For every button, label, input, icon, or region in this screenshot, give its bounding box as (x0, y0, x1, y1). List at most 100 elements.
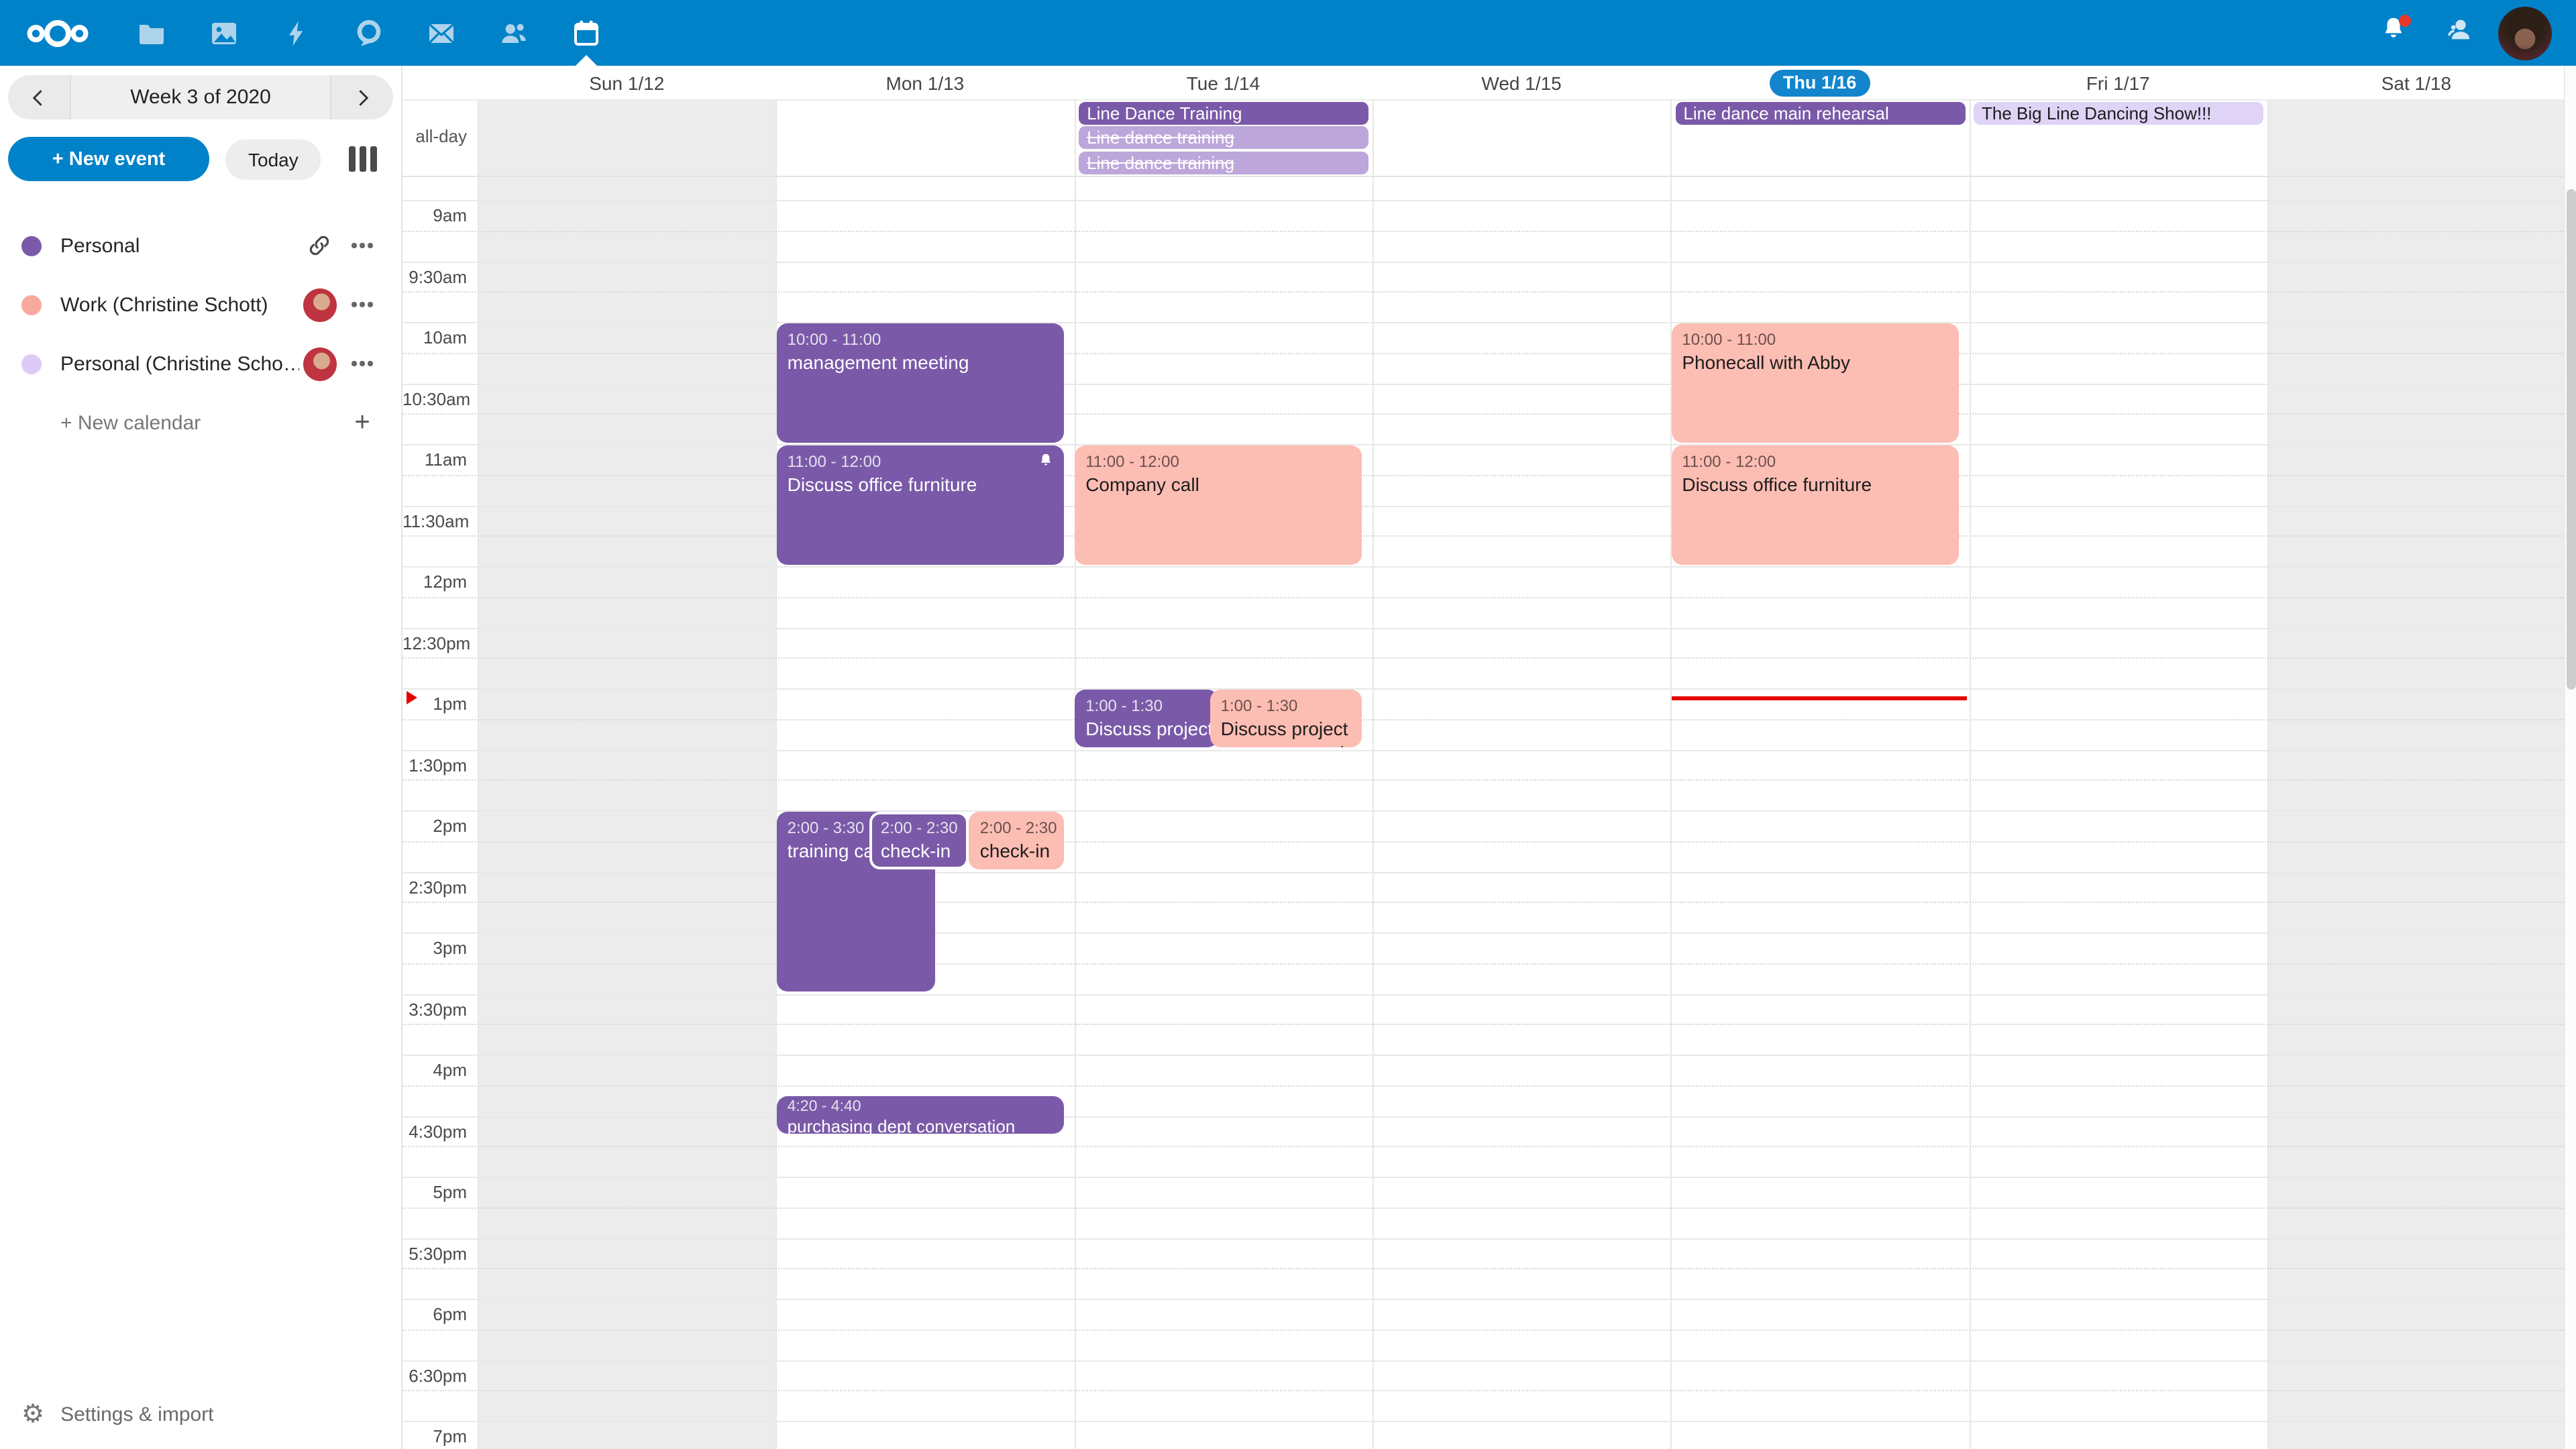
allday-cell[interactable] (2267, 99, 2566, 175)
top-right-controls (2367, 0, 2576, 66)
event-time: 11:00 - 12:00 (1085, 451, 1352, 470)
app-photos[interactable] (188, 0, 260, 66)
calendar-actions-menu[interactable] (339, 361, 385, 366)
app-talk[interactable] (333, 0, 405, 66)
calendar-event[interactable]: 1:00 - 1:30Discuss project announcement (1075, 689, 1218, 747)
calendar-name: Personal (Christine Scho… (60, 352, 299, 375)
event-title: Discuss office furniture (1682, 473, 1948, 496)
allday-label: all-day (402, 126, 467, 146)
calendar-list-item[interactable]: Personal (0, 216, 401, 275)
app-mail[interactable] (405, 0, 478, 66)
time-label: 1:30pm (402, 755, 467, 775)
shared-by-avatar[interactable] (299, 347, 339, 380)
calendar-event[interactable]: 2:00 - 2:30 check-in (969, 811, 1064, 869)
calendar-actions-menu[interactable] (339, 302, 385, 307)
day-header[interactable]: Tue 1/14 (1074, 66, 1373, 99)
allday-event-chip[interactable]: Line dance training (1079, 151, 1369, 174)
calendar-actions-menu[interactable] (339, 243, 385, 248)
allday-event-chip[interactable]: Line Dance Training (1079, 101, 1369, 124)
notifications-button[interactable] (2367, 6, 2420, 60)
calendar-color-dot[interactable] (21, 294, 42, 315)
event-time: 2:00 - 2:30 (980, 818, 1053, 837)
time-label: 12:30pm (402, 633, 467, 653)
calendar-list: PersonalWork (Christine Schott) Personal … (0, 216, 401, 452)
calendar-event[interactable]: 11:00 - 12:00Company call (1075, 445, 1362, 564)
day-column[interactable] (2267, 176, 2566, 1449)
day-column[interactable] (1969, 176, 2267, 1449)
app-files[interactable] (115, 0, 188, 66)
active-app-notch (576, 55, 597, 66)
nextcloud-calendar-app: Week 3 of 2020 + New event Today Persona… (0, 0, 2576, 1449)
calendar-list-item[interactable]: Work (Christine Schott) (0, 275, 401, 334)
event-title: check-in (980, 839, 1053, 862)
time-label: 11am (402, 449, 467, 470)
app-calendar[interactable] (550, 0, 623, 66)
allday-cell[interactable] (1373, 99, 1671, 175)
day-header[interactable]: Fri 1/17 (1969, 66, 2267, 99)
time-label: 4:30pm (402, 1121, 467, 1141)
allday-cell[interactable]: Line Dance TrainingLine dance trainingLi… (1074, 99, 1373, 175)
allday-cell[interactable] (776, 99, 1075, 175)
day-header[interactable]: Mon 1/13 (776, 66, 1075, 99)
time-label: 9:30am (402, 266, 467, 286)
calendar-list-item[interactable]: Personal (Christine Scho… (0, 334, 401, 393)
avatar (303, 347, 336, 380)
allday-event-chip[interactable]: The Big Line Dancing Show!!! (1974, 101, 2264, 124)
day-column[interactable] (1373, 176, 1671, 1449)
allday-event-chip[interactable]: Line dance main rehearsal (1675, 101, 1966, 124)
new-calendar-button[interactable]: + New calendar+ (0, 393, 401, 452)
time-label: 1pm (402, 694, 467, 714)
calendar-event[interactable]: 2:00 - 2:30check-in (870, 811, 969, 869)
next-week-button[interactable] (331, 75, 393, 119)
app-contacts[interactable] (478, 0, 550, 66)
time-label: 10am (402, 327, 467, 347)
calendar-event[interactable]: 1:00 - 1:30Discuss project announcement (1210, 689, 1362, 747)
calendar-color-dot[interactable] (21, 354, 42, 374)
week-switcher: Week 3 of 2020 (8, 75, 393, 119)
event-title: check-in (881, 839, 959, 862)
day-header[interactable]: Wed 1/15 (1373, 66, 1671, 99)
view-switcher-icon[interactable] (349, 146, 377, 172)
calendar-event[interactable]: 10:00 - 11:00management meeting (777, 323, 1065, 442)
time-label: 4pm (402, 1060, 467, 1080)
day-column[interactable] (478, 176, 776, 1449)
contacts-menu-button[interactable] (2432, 6, 2486, 60)
time-grid: 9am9:30am10am10:30am11am11:30am12pm12:30… (402, 176, 2576, 1449)
nextcloud-logo[interactable] (0, 0, 115, 66)
calendar-event[interactable]: 11:00 - 12:00Discuss office furniture (777, 445, 1065, 564)
allday-event-chip[interactable]: Line dance training (1079, 126, 1369, 149)
share-link-icon[interactable] (299, 232, 339, 259)
time-label: 5pm (402, 1182, 467, 1202)
nextcloud-logo-icon (23, 15, 93, 50)
people-icon (498, 17, 530, 49)
week-label[interactable]: Week 3 of 2020 (70, 75, 331, 119)
calendar-event[interactable]: 10:00 - 11:00 Phonecall with Abby (1671, 323, 1959, 442)
day-column[interactable] (1074, 176, 1373, 1449)
day-header[interactable]: Sun 1/12 (478, 66, 776, 99)
event-title: Discuss office furniture (788, 473, 1054, 496)
allday-cell[interactable]: The Big Line Dancing Show!!! (1969, 99, 2267, 175)
event-title: Discuss project announcement (1085, 717, 1208, 740)
settings-import-button[interactable]: ⚙ Settings & import (0, 1390, 235, 1438)
lightning-icon (282, 17, 311, 49)
app-activity[interactable] (260, 0, 333, 66)
event-time: 10:00 - 11:00 (1682, 329, 1948, 348)
user-avatar[interactable] (2498, 6, 2552, 60)
allday-cell[interactable]: Line dance main rehearsal (1670, 99, 1969, 175)
event-title: purchasing dept conversation (788, 1116, 1054, 1134)
previous-week-button[interactable] (8, 75, 70, 119)
calendar-event[interactable]: 11:00 - 12:00Discuss office furniture (1671, 445, 1959, 564)
day-header[interactable]: Thu 1/16 (1670, 66, 1969, 99)
calendar-color-dot[interactable] (21, 235, 42, 256)
chevron-right-icon (350, 85, 374, 109)
day-header[interactable]: Sat 1/18 (2267, 66, 2566, 99)
new-event-button[interactable]: + New event (8, 137, 209, 181)
speech-bubble-icon (353, 17, 385, 49)
event-title: Discuss project announcement (1221, 717, 1352, 747)
event-title: Phonecall with Abby (1682, 351, 1948, 374)
today-button[interactable]: Today (225, 139, 321, 179)
allday-cell[interactable] (478, 99, 776, 175)
shared-by-avatar[interactable] (299, 288, 339, 321)
calendar-event[interactable]: 4:20 - 4:40purchasing dept conversation (777, 1096, 1065, 1134)
scrollbar-thumb[interactable] (2567, 189, 2576, 690)
